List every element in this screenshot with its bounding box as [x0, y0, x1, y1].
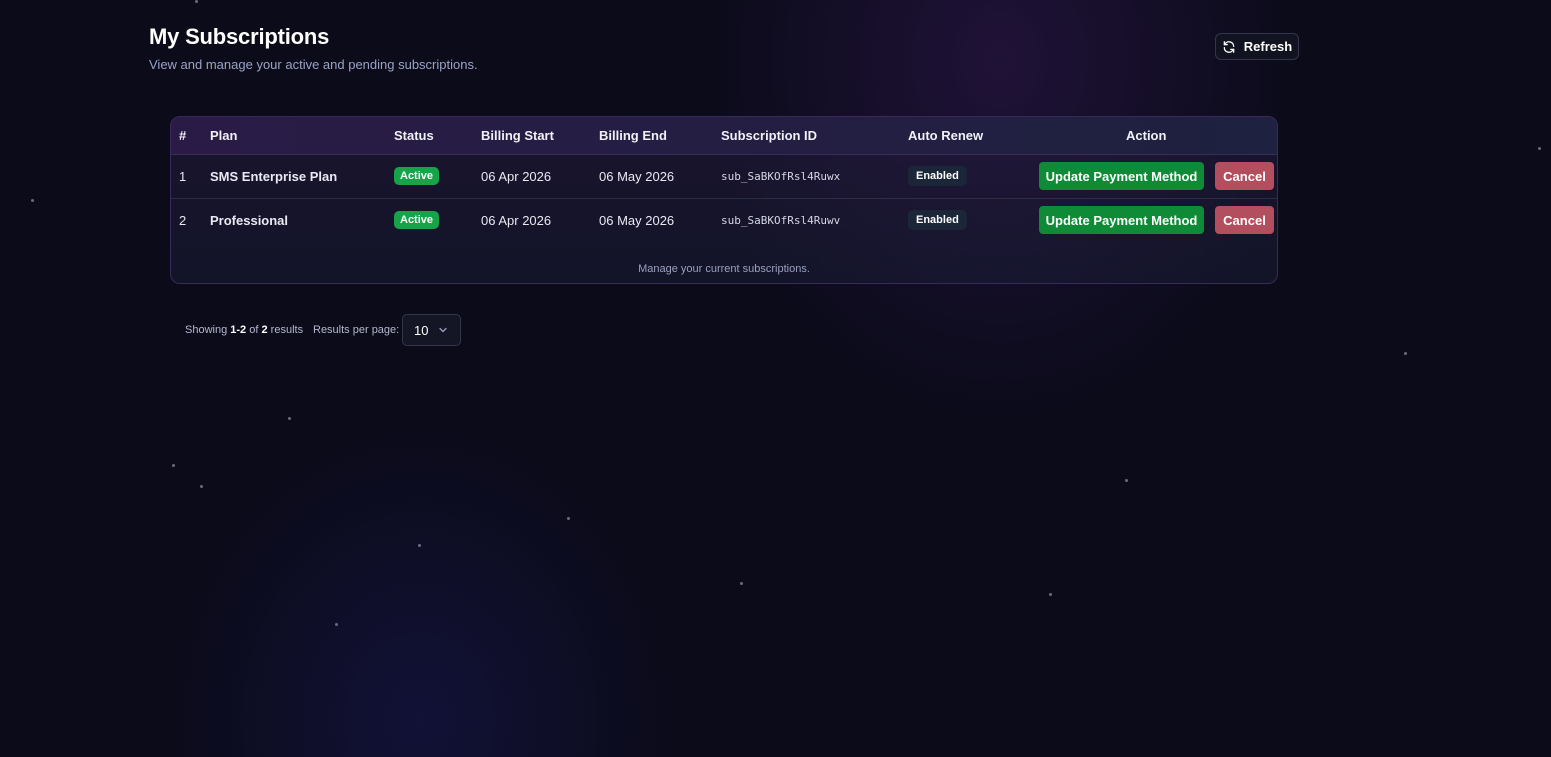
background-star: [418, 544, 421, 547]
background-star: [567, 517, 570, 520]
cancel-subscription-button[interactable]: Cancel: [1215, 206, 1274, 234]
status-badge: Active: [394, 211, 440, 229]
update-payment-method-button[interactable]: Update Payment Method: [1039, 162, 1204, 190]
status-cell: Active: [394, 198, 440, 242]
table-row: 2 Professional Active 06 Apr 2026 06 May…: [171, 198, 1277, 242]
subscriptions-table: # Plan Status Billing Start Billing End …: [170, 116, 1278, 284]
results-per-page-value: 10: [414, 322, 429, 338]
auto-renew-badge: Enabled: [908, 166, 967, 186]
auto-renew-badge: Enabled: [908, 210, 967, 230]
refresh-button[interactable]: Refresh: [1215, 33, 1299, 60]
cancel-cell: Cancel: [1215, 198, 1274, 242]
background-star: [195, 0, 198, 3]
background-star: [31, 199, 34, 202]
auto-renew-cell: Enabled: [908, 154, 967, 198]
pagination-summary: Showing 1-2 of 2 results: [185, 324, 303, 336]
result-range: 1-2: [230, 324, 247, 336]
refresh-button-label: Refresh: [1243, 39, 1293, 54]
row-index: 1: [179, 168, 187, 184]
background-star: [1404, 352, 1407, 355]
column-header-billing-end: Billing End: [599, 128, 667, 143]
results-text: results: [270, 324, 304, 336]
showing-prefix: Showing: [185, 324, 228, 336]
billing-end: 06 May 2026: [599, 212, 675, 228]
background-star: [288, 417, 291, 420]
column-header-status: Status: [394, 128, 434, 143]
refresh-icon: [1222, 40, 1236, 54]
table-row: 1 SMS Enterprise Plan Active 06 Apr 2026…: [171, 154, 1277, 199]
column-header-billing-start: Billing Start: [481, 128, 554, 143]
of-text: of: [249, 324, 259, 336]
page-background: [0, 0, 1551, 757]
page-subtitle: View and manage your active and pending …: [149, 57, 478, 72]
result-total: 2: [261, 324, 268, 336]
billing-end: 06 May 2026: [599, 168, 675, 184]
row-index: 2: [179, 212, 187, 228]
background-star: [200, 485, 203, 488]
update-payment-cell: Update Payment Method: [1039, 154, 1204, 198]
billing-start: 06 Apr 2026: [481, 212, 552, 228]
cancel-subscription-button[interactable]: Cancel: [1215, 162, 1274, 190]
plan-name: Professional: [210, 212, 289, 228]
table-footer-note: Manage your current subscriptions.: [638, 263, 810, 275]
chevron-down-icon: [438, 325, 448, 335]
subscription-id: sub_SaBKOfRsl4Ruwv: [721, 213, 841, 227]
results-per-page-select[interactable]: 10: [402, 314, 461, 346]
background-star: [1538, 147, 1541, 150]
background-star: [172, 464, 175, 467]
background-star: [1125, 479, 1128, 482]
column-header-action: Action: [1126, 128, 1167, 143]
update-payment-method-button[interactable]: Update Payment Method: [1039, 206, 1204, 234]
status-badge: Active: [394, 167, 440, 185]
billing-start: 06 Apr 2026: [481, 168, 552, 184]
column-header-auto-renew: Auto Renew: [908, 128, 984, 143]
column-header-index: #: [179, 128, 187, 143]
column-header-plan: Plan: [210, 128, 238, 143]
background-star: [740, 582, 743, 585]
background-star: [1049, 593, 1052, 596]
update-payment-cell: Update Payment Method: [1039, 198, 1204, 242]
status-cell: Active: [394, 154, 440, 198]
page-title: My Subscriptions: [149, 24, 330, 49]
table-header: # Plan Status Billing Start Billing End …: [171, 117, 1277, 155]
column-header-subscription-id: Subscription ID: [721, 128, 818, 143]
cancel-cell: Cancel: [1215, 154, 1274, 198]
subscription-id: sub_SaBKOfRsl4Ruwx: [721, 169, 841, 183]
auto-renew-cell: Enabled: [908, 198, 967, 242]
results-per-page-label: Results per page:: [313, 324, 400, 336]
plan-name: SMS Enterprise Plan: [210, 168, 338, 184]
background-star: [335, 623, 338, 626]
